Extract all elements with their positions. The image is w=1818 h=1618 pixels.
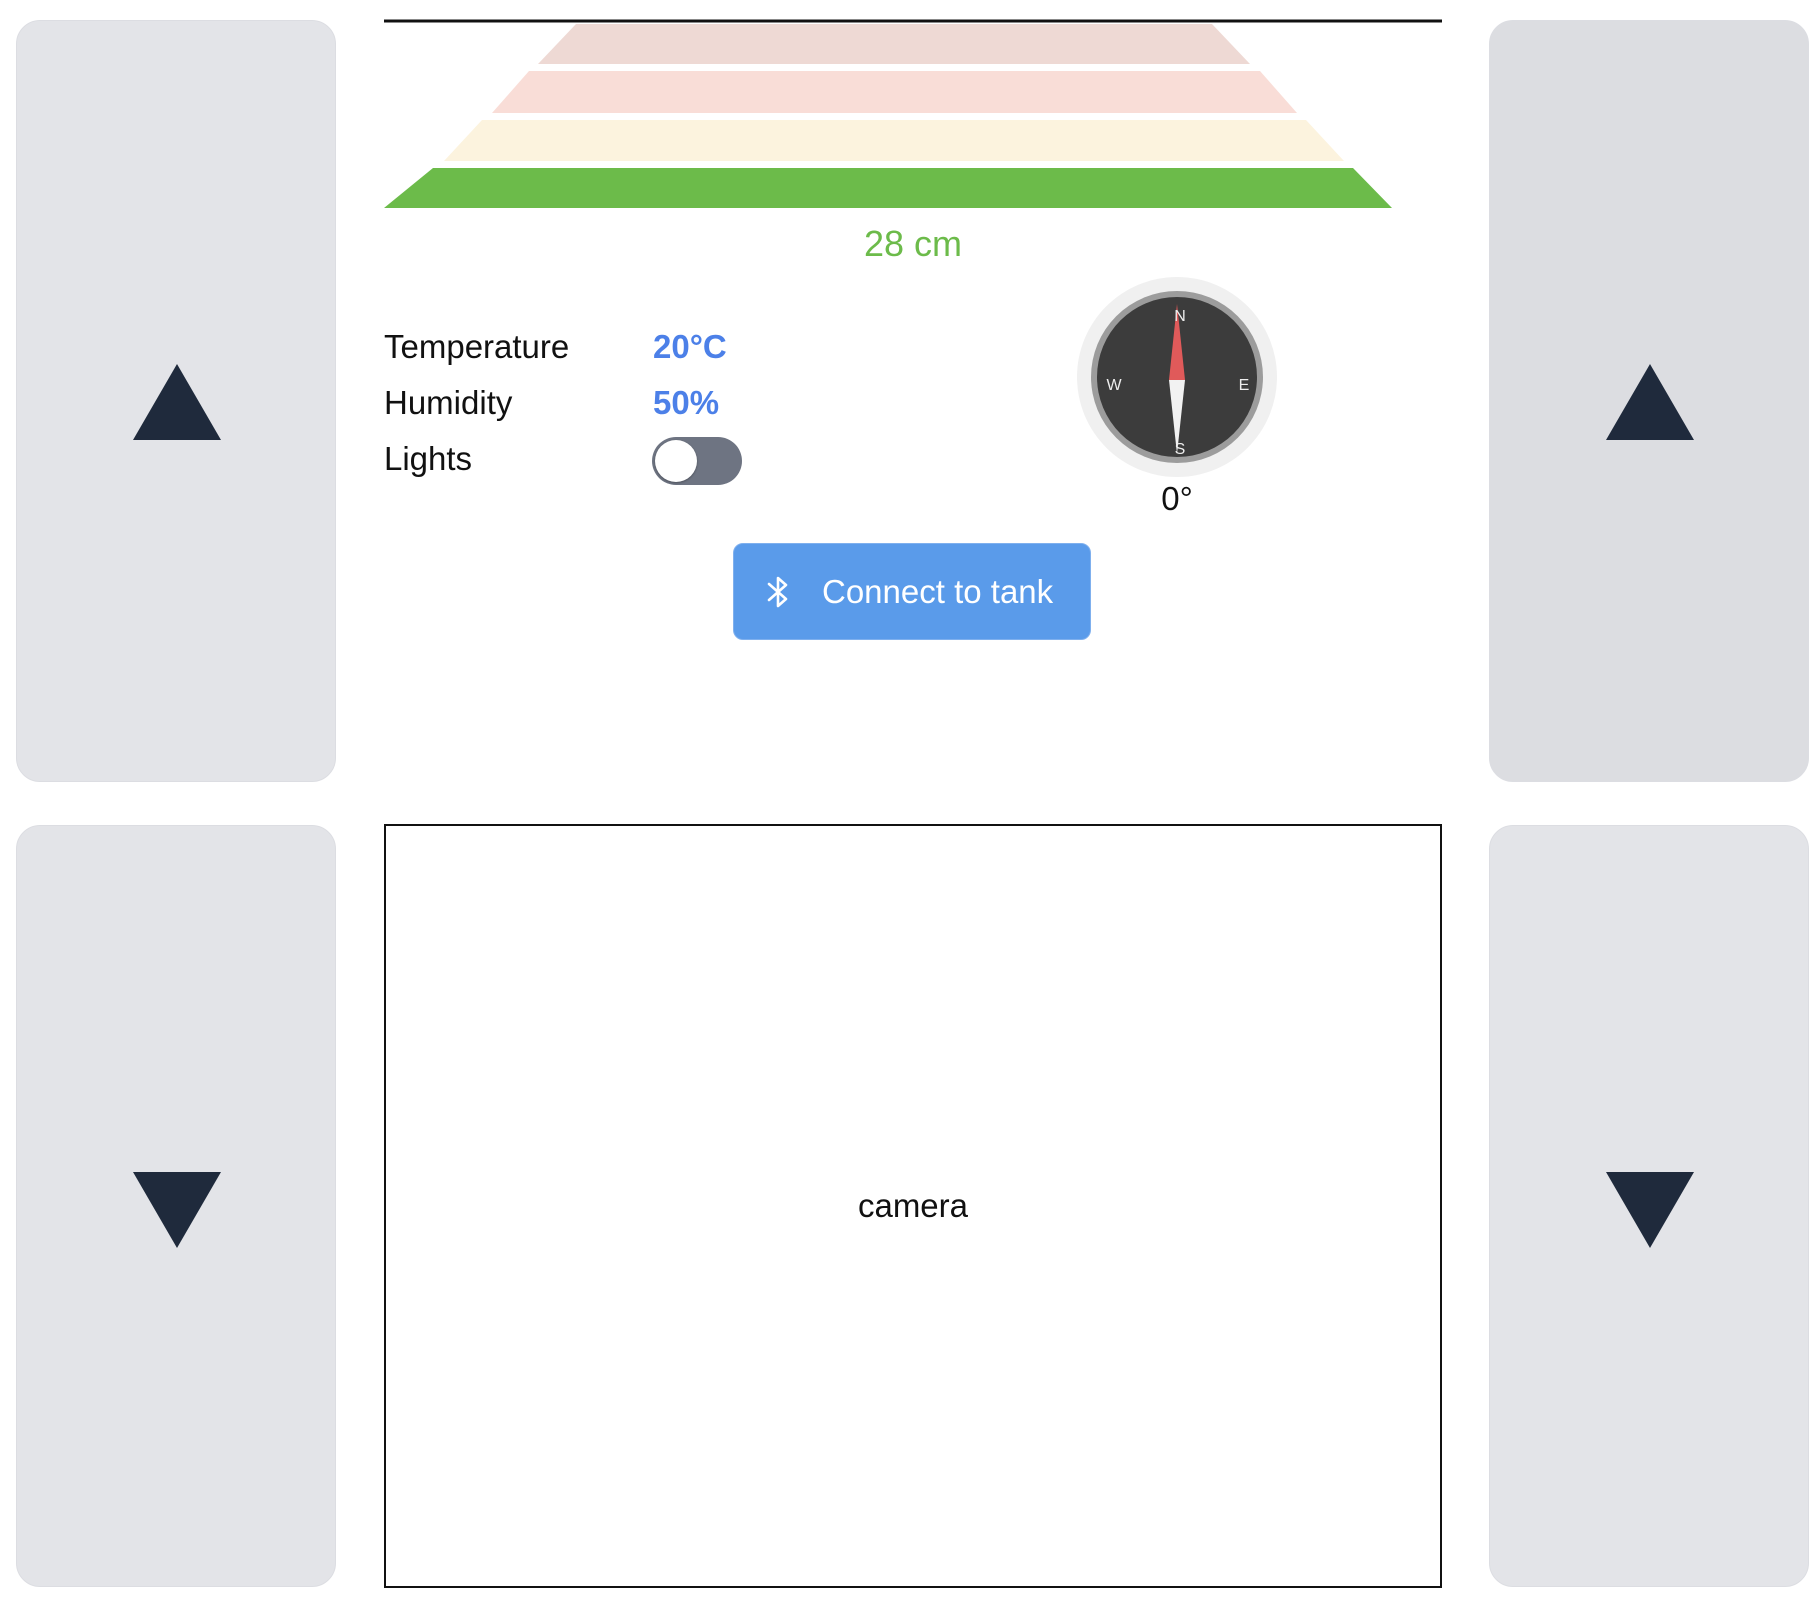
compass-east-label: E <box>1239 377 1250 394</box>
distance-gauge <box>384 19 1442 208</box>
bluetooth-icon <box>764 574 794 610</box>
temperature-value: 20°C <box>653 328 727 365</box>
compass: N E S W <box>1076 276 1278 478</box>
temperature-label: Temperature <box>384 328 570 365</box>
humidity-value: 50% <box>653 384 720 421</box>
triangle-up-icon <box>1606 364 1694 440</box>
compass-west-label: W <box>1106 377 1122 394</box>
humidity-label: Humidity <box>384 384 513 421</box>
triangle-down-icon <box>1606 1172 1694 1248</box>
left-track-forward-button[interactable] <box>16 20 336 782</box>
lights-label: Lights <box>384 440 473 477</box>
left-track-backward-button[interactable] <box>16 825 336 1587</box>
triangle-down-icon <box>133 1172 221 1248</box>
compass-icon: N E S W <box>1077 277 1277 477</box>
connect-button-label: Connect to tank <box>822 573 1054 610</box>
distance-band-close <box>384 168 1392 208</box>
camera-view: camera <box>384 824 1442 1588</box>
compass-heading-readout: 0° <box>1161 480 1193 517</box>
distance-band-near <box>444 120 1344 161</box>
compass-north-label: N <box>1174 308 1186 325</box>
lights-toggle[interactable] <box>652 437 742 485</box>
temperature-row: Temperature 20°C <box>384 322 884 372</box>
right-track-backward-button[interactable] <box>1489 825 1809 1587</box>
triangle-up-icon <box>133 364 221 440</box>
distance-sensor: 28 cm <box>384 18 1442 268</box>
camera-label: camera <box>857 1187 969 1224</box>
right-track-forward-button[interactable] <box>1489 20 1809 782</box>
distance-band-mid <box>492 71 1297 113</box>
distance-band-far <box>538 24 1250 64</box>
compass-south-label: S <box>1175 441 1186 458</box>
connect-to-tank-button[interactable]: Connect to tank <box>733 543 1091 640</box>
tank-controller: 28 cm Temperature 20°C Humidity 50% Ligh… <box>0 0 1818 1618</box>
distance-readout: 28 cm <box>863 223 963 264</box>
toggle-knob <box>655 440 697 482</box>
lights-row: Lights <box>384 434 884 485</box>
humidity-row: Humidity 50% <box>384 378 884 428</box>
